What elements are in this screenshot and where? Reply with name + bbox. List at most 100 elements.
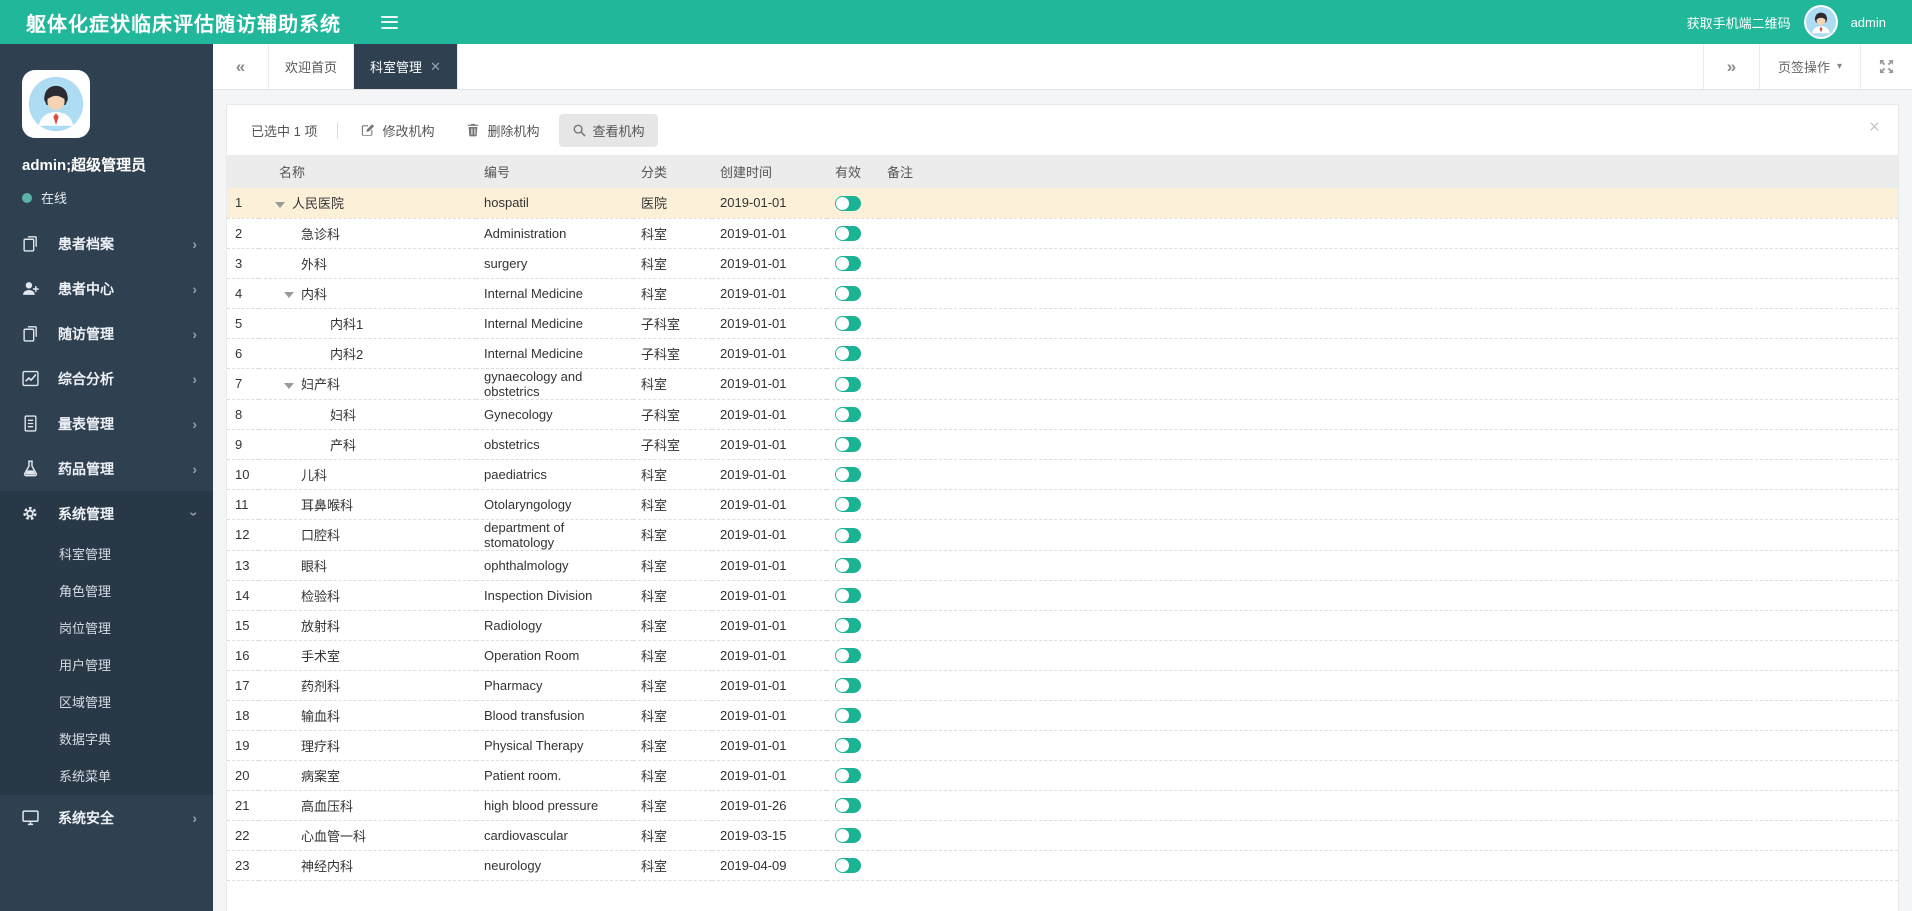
sidebar-item-system-mgmt[interactable]: 系统管理 › bbox=[0, 491, 213, 536]
sidebar-subitem-role-mgmt[interactable]: 角色管理 bbox=[0, 573, 213, 610]
sidebar-subitem-dept-mgmt[interactable]: 科室管理 bbox=[0, 536, 213, 573]
active-toggle[interactable] bbox=[835, 467, 861, 483]
tabs-scroll-left-button[interactable]: « bbox=[213, 44, 269, 89]
sidebar-subitem-data-dict[interactable]: 数据字典 bbox=[0, 721, 213, 758]
table-row[interactable]: 16 手术室 Operation Room 科室 2019-01-01 bbox=[227, 640, 1898, 671]
table-row[interactable]: 20 病案室 Patient room. 科室 2019-01-01 bbox=[227, 760, 1898, 791]
active-toggle[interactable] bbox=[835, 407, 861, 423]
tab-欢迎首页[interactable]: 欢迎首页 bbox=[269, 44, 355, 89]
table-row[interactable]: 8 妇科 Gynecology 子科室 2019-01-01 bbox=[227, 399, 1898, 430]
tree-expand-caret-icon[interactable] bbox=[275, 201, 285, 208]
sidebar-avatar[interactable] bbox=[22, 70, 90, 138]
table-row[interactable]: 23 神经内科 neurology 科室 2019-04-09 bbox=[227, 850, 1898, 881]
active-toggle[interactable] bbox=[835, 828, 861, 844]
active-toggle[interactable] bbox=[835, 798, 861, 814]
sidebar-item-label: 患者中心 bbox=[58, 280, 114, 297]
column-header-分类: 分类 bbox=[633, 155, 712, 188]
sidebar-subitem-region-mgmt[interactable]: 区域管理 bbox=[0, 684, 213, 721]
table-row[interactable]: 2 急诊科 Administration 科室 2019-01-01 bbox=[227, 218, 1898, 249]
fullscreen-button[interactable] bbox=[1860, 44, 1912, 89]
tab-operations-dropdown[interactable]: 页签操作 ▾ bbox=[1758, 44, 1860, 89]
active-toggle[interactable] bbox=[835, 195, 861, 211]
sidebar-subitem-post-mgmt[interactable]: 岗位管理 bbox=[0, 610, 213, 647]
table-row[interactable]: 10 儿科 paediatrics 科室 2019-01-01 bbox=[227, 459, 1898, 490]
dept-name-cell: 高血压科 bbox=[259, 790, 476, 821]
sidebar-item-scale-mgmt[interactable]: 量表管理 › bbox=[0, 401, 213, 446]
dept-name: 妇产科 bbox=[301, 377, 341, 392]
chevron-right-icon: › bbox=[192, 280, 197, 297]
active-toggle[interactable] bbox=[835, 768, 861, 784]
active-toggle[interactable] bbox=[835, 558, 861, 574]
table-row[interactable]: 21 高血压科 high blood pressure 科室 2019-01-26 bbox=[227, 790, 1898, 821]
dept-remark bbox=[879, 429, 1898, 460]
active-toggle[interactable] bbox=[835, 588, 861, 604]
toolbar: 已选中 1 项 修改机构 删除机构 查看机构 × bbox=[227, 105, 1898, 155]
active-toggle[interactable] bbox=[835, 226, 861, 242]
active-toggle[interactable] bbox=[835, 497, 861, 513]
dept-created: 2019-01-01 bbox=[712, 429, 827, 460]
tree-expand-caret-icon[interactable] bbox=[284, 292, 294, 299]
app-title: 躯体化症状临床评估随访辅助系统 bbox=[26, 13, 341, 36]
panel-close-icon[interactable]: × bbox=[1869, 118, 1880, 137]
delete-org-button[interactable]: 删除机构 bbox=[453, 114, 552, 147]
qr-code-link[interactable]: 获取手机端二维码 bbox=[1687, 13, 1791, 32]
active-toggle[interactable] bbox=[835, 286, 861, 302]
active-toggle[interactable] bbox=[835, 527, 861, 543]
search-icon bbox=[572, 123, 586, 137]
dept-active-cell bbox=[827, 820, 879, 851]
tab-科室管理[interactable]: 科室管理 ✕ bbox=[354, 44, 458, 89]
table-row[interactable]: 18 输血科 Blood transfusion 科室 2019-01-01 bbox=[227, 700, 1898, 731]
active-toggle[interactable] bbox=[835, 256, 861, 272]
table-row[interactable]: 15 放射科 Radiology 科室 2019-01-01 bbox=[227, 610, 1898, 641]
sidebar-subitem-user-mgmt[interactable]: 用户管理 bbox=[0, 647, 213, 684]
sidebar-item-patient-center[interactable]: 患者中心 › bbox=[0, 266, 213, 311]
user-avatar[interactable] bbox=[1803, 5, 1838, 39]
edit-org-button[interactable]: 修改机构 bbox=[348, 114, 447, 147]
sidebar-item-system-security[interactable]: 系统安全 › bbox=[0, 795, 213, 840]
tree-expand-caret-icon[interactable] bbox=[284, 382, 294, 389]
active-toggle[interactable] bbox=[835, 376, 861, 392]
view-org-button[interactable]: 查看机构 bbox=[558, 113, 658, 147]
table-row[interactable]: 19 理疗科 Physical Therapy 科室 2019-01-01 bbox=[227, 730, 1898, 761]
table-row[interactable]: 22 心血管一科 cardiovascular 科室 2019-03-15 bbox=[227, 820, 1898, 851]
table-row[interactable]: 4 内科 Internal Medicine 科室 2019-01-01 bbox=[227, 278, 1898, 309]
username-label[interactable]: admin bbox=[1851, 15, 1886, 30]
sidebar-item-followup-mgmt[interactable]: 随访管理 › bbox=[0, 311, 213, 356]
dept-name-cell: 放射科 bbox=[259, 610, 476, 641]
sidebar-item-analysis[interactable]: 综合分析 › bbox=[0, 356, 213, 401]
dept-name: 内科2 bbox=[330, 346, 364, 362]
hamburger-icon[interactable] bbox=[381, 15, 398, 29]
sidebar-user-panel: admin;超级管理员 在线 bbox=[0, 44, 213, 221]
active-toggle[interactable] bbox=[835, 708, 861, 724]
dept-remark bbox=[879, 308, 1898, 339]
active-toggle[interactable] bbox=[835, 437, 861, 453]
table-row[interactable]: 12 口腔科 department of stomatology 科室 2019-01-… bbox=[227, 519, 1898, 551]
active-toggle[interactable] bbox=[835, 618, 861, 634]
table-row[interactable]: 6 内科2 Internal Medicine 子科室 2019-01-01 bbox=[227, 338, 1898, 369]
dept-name-cell: 眼科 bbox=[259, 550, 476, 581]
active-toggle[interactable] bbox=[835, 678, 861, 694]
active-toggle[interactable] bbox=[835, 648, 861, 664]
sidebar-item-patient-archive[interactable]: 患者档案 › bbox=[0, 221, 213, 266]
table-row[interactable]: 1 人民医院 hospatil 医院 2019-01-01 bbox=[227, 188, 1898, 219]
table-row[interactable]: 3 外科 surgery 科室 2019-01-01 bbox=[227, 248, 1898, 279]
table-row[interactable]: 14 检验科 Inspection Division 科室 2019-01-01 bbox=[227, 580, 1898, 611]
active-toggle[interactable] bbox=[835, 346, 861, 362]
dept-category: 科室 bbox=[633, 519, 712, 551]
tabs-scroll-right-button[interactable]: » bbox=[1702, 44, 1759, 89]
active-toggle[interactable] bbox=[835, 858, 861, 874]
table-row[interactable]: 17 药剂科 Pharmacy 科室 2019-01-01 bbox=[227, 670, 1898, 701]
column-header-有效: 有效 bbox=[827, 155, 879, 188]
active-toggle[interactable] bbox=[835, 738, 861, 754]
dept-name-cell: 理疗科 bbox=[259, 730, 476, 761]
table-row[interactable]: 7 妇产科 gynaecology and obstetrics 科室 2019-01-… bbox=[227, 368, 1898, 400]
dept-name-cell: 外科 bbox=[259, 248, 476, 279]
tab-close-icon[interactable]: ✕ bbox=[430, 59, 441, 75]
sidebar-item-drug-mgmt[interactable]: 药品管理 › bbox=[0, 446, 213, 491]
table-row[interactable]: 9 产科 obstetrics 子科室 2019-01-01 bbox=[227, 429, 1898, 460]
table-row[interactable]: 11 耳鼻喉科 Otolaryngology 科室 2019-01-01 bbox=[227, 489, 1898, 520]
table-row[interactable]: 13 眼科 ophthalmology 科室 2019-01-01 bbox=[227, 550, 1898, 581]
sidebar-subitem-system-menu[interactable]: 系统菜单 bbox=[0, 758, 213, 795]
table-row[interactable]: 5 内科1 Internal Medicine 子科室 2019-01-01 bbox=[227, 308, 1898, 339]
active-toggle[interactable] bbox=[835, 316, 861, 332]
